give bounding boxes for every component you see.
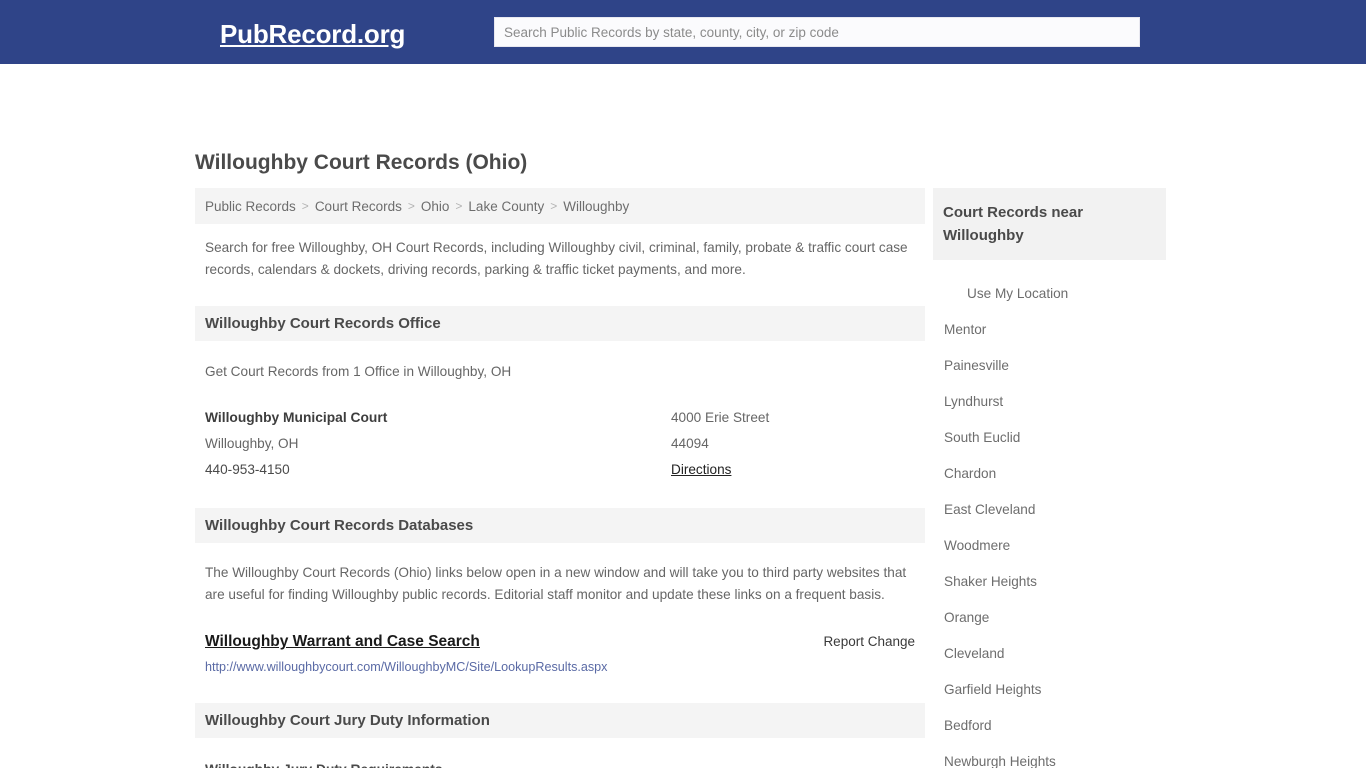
office-card: Willoughby Municipal Court Willoughby, O… bbox=[195, 405, 925, 483]
breadcrumb-item-willoughby: Willoughby bbox=[563, 198, 630, 214]
sidebar-item-label: Use My Location bbox=[967, 286, 1069, 301]
sidebar-item-woodmere[interactable]: Woodmere bbox=[933, 528, 1166, 564]
sidebar-item-lyndhurst[interactable]: Lyndhurst bbox=[933, 384, 1166, 420]
search-input[interactable] bbox=[494, 17, 1140, 47]
office-city-state: Willoughby, OH bbox=[205, 436, 299, 451]
database-url[interactable]: http://www.willoughbycourt.com/Willoughb… bbox=[205, 658, 915, 676]
site-header: PubRecord.org bbox=[0, 0, 1366, 64]
sidebar-item-bedford[interactable]: Bedford bbox=[933, 708, 1166, 744]
directions-link[interactable]: Directions bbox=[671, 462, 731, 477]
site-logo[interactable]: PubRecord.org bbox=[220, 20, 405, 48]
breadcrumb-item-court-records[interactable]: Court Records bbox=[315, 199, 402, 214]
breadcrumb-item-lake-county[interactable]: Lake County bbox=[468, 199, 544, 214]
office-primary-column: Willoughby Municipal Court Willoughby, O… bbox=[205, 405, 665, 483]
sidebar-heading: Court Records near Willoughby bbox=[933, 188, 1166, 260]
page-title: Willoughby Court Records (Ohio) bbox=[195, 151, 528, 174]
sidebar-item-mentor[interactable]: Mentor bbox=[933, 312, 1166, 348]
sidebar-item-garfield-heights[interactable]: Garfield Heights bbox=[933, 672, 1166, 708]
report-change-link[interactable]: Report Change bbox=[823, 634, 915, 649]
sidebar: Court Records near Willoughby Use My Loc… bbox=[933, 188, 1166, 768]
section-header-databases: Willoughby Court Records Databases bbox=[195, 508, 925, 543]
main-content: Public Records > Court Records > Ohio > … bbox=[195, 188, 925, 768]
sidebar-item-orange[interactable]: Orange bbox=[933, 600, 1166, 636]
database-entry: Willoughby Warrant and Case Search Repor… bbox=[195, 632, 925, 678]
jury-requirements-subheading: Willoughby Jury Duty Requirements bbox=[195, 762, 925, 768]
section-header-office: Willoughby Court Records Office bbox=[195, 306, 925, 341]
database-link-warrant-case-search[interactable]: Willoughby Warrant and Case Search bbox=[205, 632, 480, 652]
sidebar-item-use-my-location[interactable]: Use My Location bbox=[933, 276, 1166, 312]
sidebar-item-newburgh-heights[interactable]: Newburgh Heights bbox=[933, 744, 1166, 768]
breadcrumb: Public Records > Court Records > Ohio > … bbox=[195, 188, 925, 224]
sidebar-item-shaker-heights[interactable]: Shaker Heights bbox=[933, 564, 1166, 600]
breadcrumb-item-ohio[interactable]: Ohio bbox=[421, 199, 450, 214]
breadcrumb-separator-icon: > bbox=[407, 199, 415, 213]
office-address-column: 4000 Erie Street 44094 Directions bbox=[671, 405, 769, 483]
breadcrumb-item-public-records[interactable]: Public Records bbox=[205, 199, 296, 214]
sidebar-item-painesville[interactable]: Painesville bbox=[933, 348, 1166, 384]
sidebar-item-chardon[interactable]: Chardon bbox=[933, 456, 1166, 492]
office-street: 4000 Erie Street bbox=[671, 410, 770, 425]
office-subtext: Get Court Records from 1 Office in Willo… bbox=[205, 364, 512, 379]
office-zip: 44094 bbox=[671, 436, 709, 451]
office-name: Willoughby Municipal Court bbox=[205, 410, 388, 425]
sidebar-item-south-euclid[interactable]: South Euclid bbox=[933, 420, 1166, 456]
sidebar-item-cleveland[interactable]: Cleveland bbox=[933, 636, 1166, 672]
databases-description: The Willoughby Court Records (Ohio) link… bbox=[205, 565, 907, 602]
sidebar-item-east-cleveland[interactable]: East Cleveland bbox=[933, 492, 1166, 528]
breadcrumb-separator-icon: > bbox=[301, 199, 309, 213]
search-bar bbox=[494, 17, 1140, 47]
section-header-jury-duty: Willoughby Court Jury Duty Information bbox=[195, 703, 925, 738]
intro-paragraph: Search for free Willoughby, OH Court Rec… bbox=[205, 240, 908, 277]
breadcrumb-separator-icon: > bbox=[455, 199, 463, 213]
sidebar-nearby-list: Use My Location Mentor Painesville Lyndh… bbox=[933, 276, 1166, 768]
breadcrumb-separator-icon: > bbox=[550, 199, 558, 213]
office-phone: 440-953-4150 bbox=[205, 462, 290, 477]
